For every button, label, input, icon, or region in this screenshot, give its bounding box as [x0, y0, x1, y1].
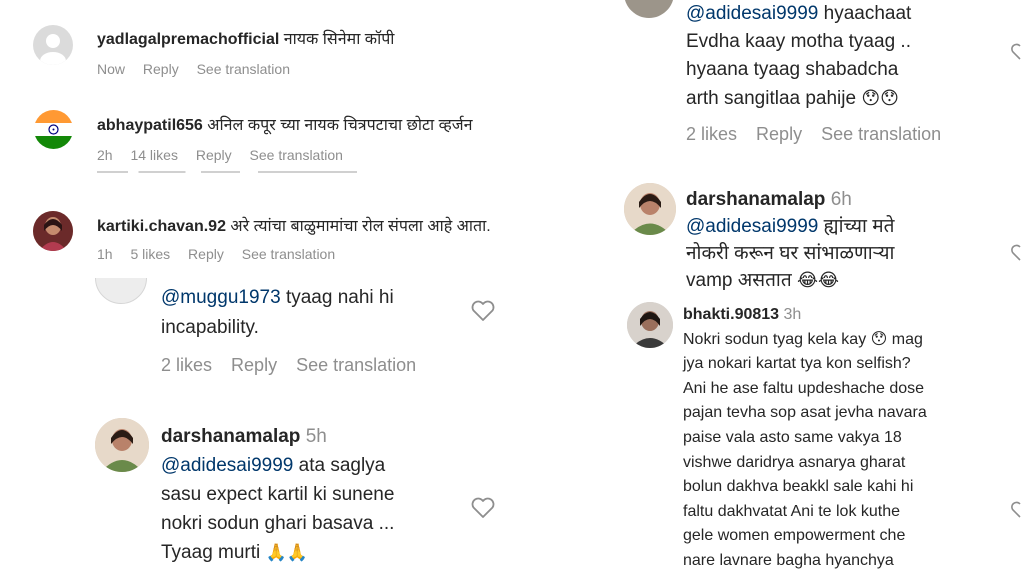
avatar-cropped[interactable] [624, 0, 676, 18]
see-translation-button[interactable]: See translation [250, 147, 343, 163]
default-avatar-icon [40, 34, 66, 65]
avatar-user-photo[interactable] [627, 302, 673, 348]
comment-body: darshanamalap 6h @adidesai9999 ह्यांच्या… [686, 186, 894, 294]
mention-link[interactable]: @adidesai9999 [161, 455, 293, 476]
comment-meta: 2h 14 likes Reply See translation [97, 147, 357, 163]
comment-username[interactable]: abhaypatil656 [97, 117, 203, 134]
reply-button[interactable]: Reply [756, 124, 802, 144]
avatar-user-photo[interactable] [33, 211, 73, 251]
comment-text: hyaana tyaag shabadcha [686, 59, 899, 80]
mention-link[interactable]: @adidesai9999 [686, 3, 818, 24]
india-flag-icon [34, 110, 73, 149]
comment-text: bolun dakhva beakkl sale kahi hi [683, 478, 914, 496]
see-translation-button[interactable]: See translation [821, 124, 941, 144]
user-photo-icon [624, 183, 676, 235]
laughing-emoji: 😂😂 [796, 270, 840, 290]
user-photo-icon [627, 302, 673, 348]
comment-username[interactable]: yadlagalpremachofficial [97, 31, 279, 48]
avatar-user-photo[interactable] [95, 418, 149, 472]
see-translation-button[interactable]: See translation [296, 355, 416, 375]
comment-text: gele women empowerment che [683, 527, 906, 545]
hushed-face-emoji: 😯 [870, 330, 888, 348]
comment-text: mag [891, 330, 923, 348]
comment-username[interactable]: kartiki.chavan.92 [97, 218, 226, 235]
comment-text: incapability. [161, 317, 259, 338]
see-translation-button[interactable]: See translation [197, 61, 290, 77]
like-heart-icon[interactable] [470, 299, 496, 323]
avatar-default[interactable] [33, 25, 73, 65]
likes-count[interactable]: 2 likes [686, 124, 737, 144]
scroll-artifact [97, 167, 357, 175]
user-photo-icon [33, 211, 73, 251]
comment-body: kartiki.chavan.92 अरे त्यांचा बाळुमामांच… [97, 214, 561, 236]
comment-time: 3h [783, 306, 802, 323]
hushed-face-emoji: 😯😯 [861, 88, 899, 108]
comment-text: vishwe daridrya asnarya gharat [683, 453, 906, 471]
comment-time: Now [97, 61, 126, 77]
reply-button[interactable]: Reply [196, 147, 232, 163]
comment-text: jya nokari kartat tya kon selfish? [683, 355, 911, 373]
comment-meta: 2 likes Reply See translation [161, 355, 430, 376]
comment-time: 2h [97, 147, 113, 163]
comment-text: ata saglya [298, 455, 386, 476]
comment-time: 6h [830, 189, 852, 210]
like-heart-icon-cropped[interactable] [1011, 243, 1024, 263]
user-photo-icon [95, 418, 149, 472]
comment-meta: Now Reply See translation [97, 61, 304, 77]
comment-text: nare lavnare bagha hyanchya [683, 551, 894, 569]
reply-button[interactable]: Reply [188, 246, 224, 262]
comment-text: नायक सिनेमा कॉपी [283, 31, 395, 48]
avatar-india-flag[interactable] [34, 110, 73, 149]
comment-text: अनिल कपूर च्या नायक चित्रपटाचा छोटा व्हर… [207, 117, 473, 134]
mention-link[interactable]: @muggu1973 [161, 287, 281, 308]
comment-username[interactable]: darshanamalap [161, 426, 300, 447]
comment-text: tyaag nahi hi [285, 287, 394, 308]
reply-button[interactable]: Reply [143, 61, 179, 77]
like-heart-icon-cropped[interactable] [1011, 500, 1024, 520]
avatar-user-photo[interactable] [624, 183, 676, 235]
comment-body: @adidesai9999 hyaachaat Evdha kaay motha… [686, 0, 911, 113]
comment-text: नोकरी करून घर सांभाळणाऱ्या [686, 243, 895, 264]
comment-username[interactable]: darshanamalap [686, 189, 825, 210]
avatar-cropped[interactable] [95, 278, 149, 304]
comment-body: abhaypatil656 अनिल कपूर च्या नायक चित्रप… [97, 113, 473, 135]
comment-body: darshanamalap 5h @adidesai9999 ata sagly… [161, 422, 394, 567]
comment-text: Nokri sodun tyag kela kay [683, 330, 867, 348]
comment-text: nokri sodun ghari basava ... [161, 513, 395, 534]
likes-count[interactable]: 5 likes [130, 246, 170, 262]
comment-text: pajan tevha sop asat jevha navara [683, 404, 927, 422]
comment-text: faltu dakhvatat Ani te lok kuthe [683, 502, 901, 520]
comment-text: Ani he ase faltu updeshache dose [683, 379, 925, 397]
comment-text: arth sangitlaa pahije [686, 88, 857, 109]
comment-text: vamp असतात [686, 270, 792, 291]
like-heart-icon[interactable] [470, 496, 496, 520]
praying-hands-emoji: 🙏🙏 [265, 543, 308, 562]
comment-meta: 1h 5 likes Reply See translation [97, 246, 349, 262]
comment-username[interactable]: bhakti.90813 [683, 306, 779, 323]
see-translation-button[interactable]: See translation [242, 246, 335, 262]
comment-body: bhakti.90813 3h Nokri sodun tyag kela ka… [683, 303, 983, 574]
comment-time: 1h [97, 246, 113, 262]
comment-meta: 2 likes Reply See translation [686, 124, 955, 145]
likes-count[interactable]: 14 likes [130, 147, 177, 163]
comment-body: @muggu1973 tyaag nahi hi incapability. [161, 283, 394, 343]
comment-time: 5h [305, 426, 327, 447]
comment-body: yadlagalpremachofficial नायक सिनेमा कॉपी [97, 27, 394, 49]
mention-link[interactable]: @adidesai9999 [686, 216, 818, 237]
like-heart-icon-cropped[interactable] [1011, 42, 1024, 62]
reply-button[interactable]: Reply [231, 355, 277, 375]
comment-text: Evdha kaay motha tyaag .. [686, 31, 911, 52]
comment-text: ह्यांच्या मते [823, 216, 895, 237]
comment-text: Tyaag murti [161, 542, 261, 563]
comment-text: hyaachaat [823, 3, 912, 24]
comment-text: अरे त्यांचा बाळुमामांचा रोल संपला आहे आत… [230, 218, 491, 235]
likes-count[interactable]: 2 likes [161, 355, 212, 375]
comment-text: paise vala asto same vakya 18 [683, 428, 902, 446]
comment-text: sasu expect kartil ki sunene [161, 484, 395, 505]
